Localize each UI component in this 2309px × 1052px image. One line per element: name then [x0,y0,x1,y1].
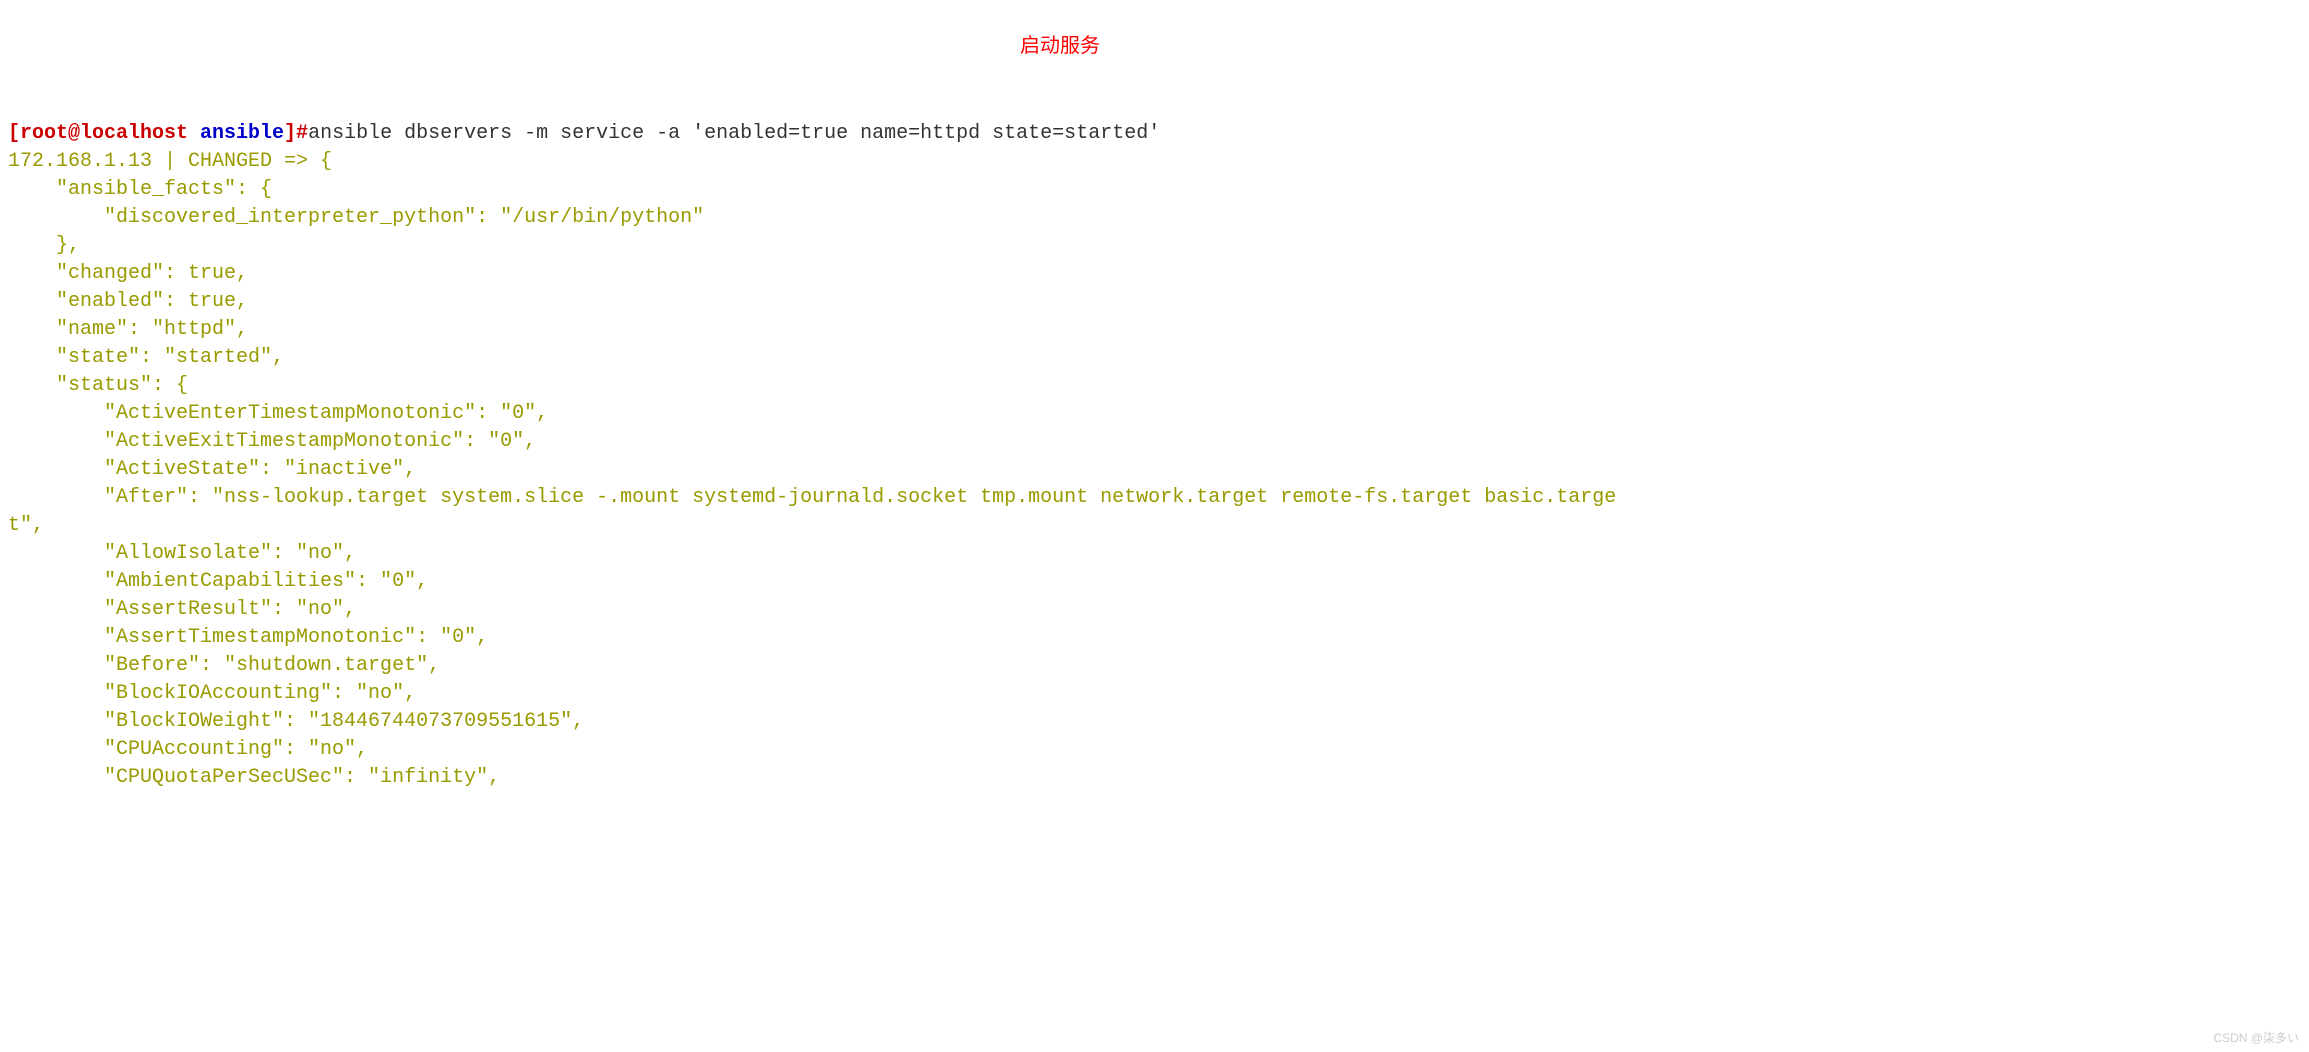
command-text: ansible dbservers -m service -a 'enabled… [308,122,1160,145]
annotation-label: 启动服务 [1020,32,1100,60]
prompt-path: ansible [200,122,284,145]
prompt-user-host: [root@localhost [8,122,200,145]
output-block: 172.168.1.13 | CHANGED => { "ansible_fac… [8,150,1616,789]
terminal-output: [root@localhost ansible]#ansible dbserve… [8,120,2301,792]
watermark-text: CSDN @柒多い [2213,1030,2299,1047]
prompt-end: ]# [284,122,308,145]
